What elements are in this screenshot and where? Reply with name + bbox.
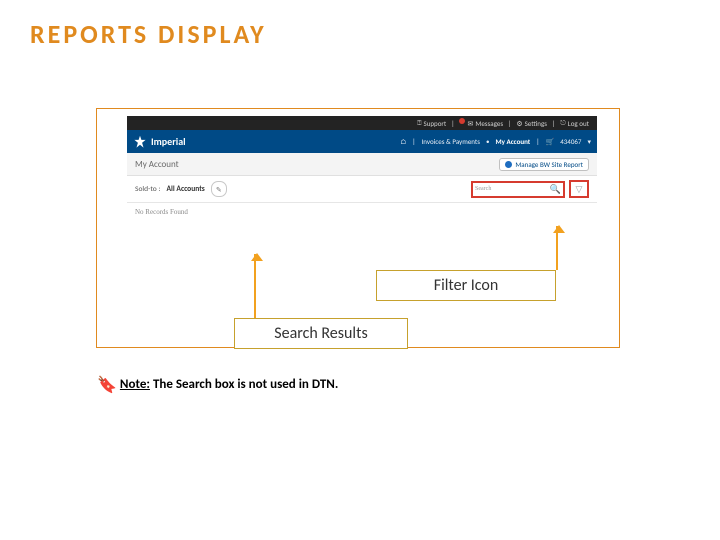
search-and-filter: Search 🔍 ▽ [471, 180, 589, 198]
no-records-text: No Records Found [135, 208, 188, 216]
callout-arrow-filter [556, 226, 558, 270]
brand-name: Imperial [151, 135, 186, 148]
section-title: My Account [135, 159, 179, 170]
search-input[interactable]: Search 🔍 [471, 181, 565, 198]
nav-right: ⌂ | Invoices & Payments • My Account | 🛒… [400, 137, 591, 146]
app-navbar: Imperial ⌂ | Invoices & Payments • My Ac… [127, 130, 597, 153]
note-text: The Search box is not used in DTN. [153, 377, 338, 392]
note-line: 🔖 Note: The Search box is not used in DT… [97, 374, 338, 394]
soldto-value: All Accounts [166, 185, 204, 194]
settings-label: Settings [525, 119, 547, 128]
logout-label: Log out [568, 119, 589, 128]
edit-soldto-button[interactable]: ✎ [211, 181, 227, 197]
nav-sep: • [486, 137, 490, 146]
filter-row: Sold-to : All Accounts ✎ Search 🔍 ▽ [127, 176, 597, 203]
messages-link[interactable]: ✉ Messages [459, 119, 503, 128]
tag-icon: 🔖 [97, 375, 117, 395]
home-icon[interactable]: ⌂ [400, 137, 406, 146]
app-screenshot: ⍰ Support | ✉ Messages | ⚙ Settings | ⎋ … [127, 116, 597, 231]
results-area: No Records Found [127, 203, 597, 231]
info-dot-icon [505, 161, 512, 168]
notification-badge [459, 118, 465, 124]
callout-search-results: Search Results [234, 318, 408, 349]
funnel-icon: ▽ [576, 184, 583, 195]
nav-sep: | [536, 137, 539, 146]
manage-site-report-button[interactable]: Manage BW Site Report [499, 158, 589, 171]
search-icon[interactable]: 🔍 [550, 184, 561, 195]
soldto-label: Sold-to : [135, 185, 160, 194]
manage-label: Manage BW Site Report [515, 160, 583, 169]
nav-sep: | [412, 137, 415, 146]
messages-label: Messages [475, 119, 503, 128]
chevron-down-icon[interactable]: ▾ [587, 137, 591, 146]
logout-link[interactable]: ⎋ Log out [560, 118, 589, 128]
acct-number: 434067 [560, 137, 581, 146]
topbar-sep: | [508, 119, 511, 128]
note-label: Note: [120, 377, 150, 392]
callout-filter-icon: Filter Icon [376, 270, 556, 301]
settings-link[interactable]: ⚙ Settings [516, 119, 547, 128]
app-topbar: ⍰ Support | ✉ Messages | ⚙ Settings | ⎋ … [127, 116, 597, 130]
support-label: Support [423, 119, 446, 128]
brand: Imperial [133, 135, 186, 149]
nav-myaccount[interactable]: My Account [496, 137, 531, 146]
nav-invoices[interactable]: Invoices & Payments [422, 137, 480, 146]
support-link[interactable]: ⍰ Support [417, 118, 446, 128]
soldto-filter: Sold-to : All Accounts ✎ [135, 181, 227, 197]
pencil-icon: ✎ [216, 185, 222, 194]
cart-icon[interactable]: 🛒 [545, 137, 554, 146]
filter-button[interactable]: ▽ [569, 180, 589, 198]
star-icon [133, 135, 147, 149]
topbar-sep: | [552, 119, 555, 128]
topbar-sep: | [451, 119, 454, 128]
callout-arrow-results [254, 254, 256, 318]
subheader: My Account Manage BW Site Report [127, 153, 597, 176]
page-title: REPORTS DISPLAY [30, 18, 267, 50]
search-placeholder: Search [475, 186, 491, 192]
screenshot-frame: ⍰ Support | ✉ Messages | ⚙ Settings | ⎋ … [96, 108, 620, 348]
